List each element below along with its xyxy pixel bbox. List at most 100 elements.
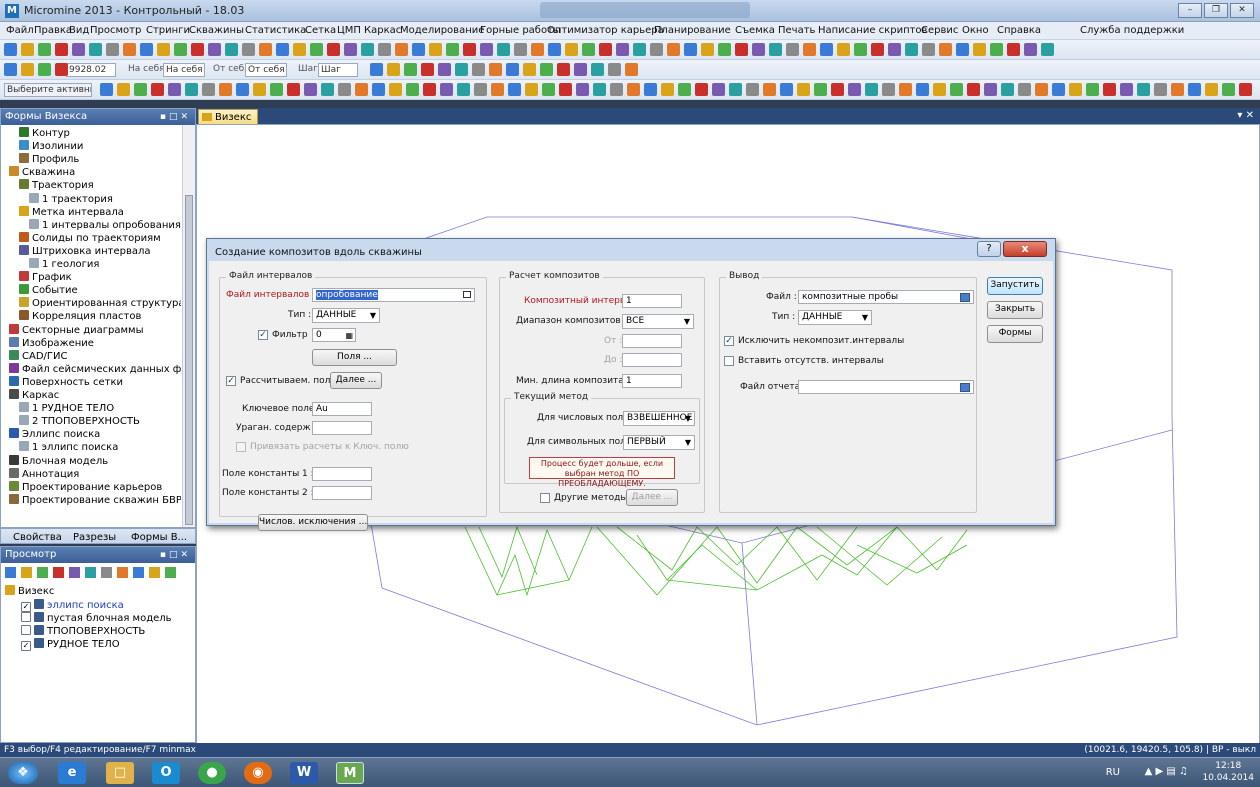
toolbar-tool-icon[interactable] (440, 83, 453, 96)
form-tree-item[interactable]: Проектирование скважин БВР (9, 493, 181, 506)
toolbar-tool-icon[interactable] (4, 63, 17, 76)
view-layer-item[interactable]: ✓ РУДНОЕ ТЕЛО (21, 638, 120, 651)
toolbar-tool-icon[interactable] (506, 63, 519, 76)
file-browse-icon[interactable] (463, 291, 471, 298)
toolbar-tool-icon[interactable] (1154, 83, 1167, 96)
menu-scripting[interactable]: Написание скриптов (818, 25, 927, 36)
numeric-fields-select[interactable]: ВЗВЕШЕННОЕ (▼ (623, 411, 695, 426)
view-layer-item[interactable]: ✓ эллипс поиска (21, 599, 124, 612)
toolbar-tool-icon[interactable] (276, 43, 289, 56)
symbol-fields-select[interactable]: ПЕРВЫЙ ▼ (623, 435, 695, 450)
form-tree-item[interactable]: 1 геология (29, 258, 99, 270)
toolbar-tool-icon[interactable] (746, 83, 759, 96)
toolbar-tool-icon[interactable] (557, 63, 570, 76)
toolbar-tool-icon[interactable] (134, 83, 147, 96)
toolbar-tool-icon[interactable] (355, 83, 368, 96)
menu-view[interactable]: Вид (69, 25, 89, 36)
output-type-select[interactable]: ДАННЫЕ ▼ (798, 310, 872, 325)
toolbar-tool-icon[interactable] (474, 83, 487, 96)
toolbar-tool-icon[interactable] (627, 83, 640, 96)
form-tree-item[interactable]: Блочная модель (9, 454, 108, 467)
toolbar-tool-icon[interactable] (438, 63, 451, 76)
toolbar-tool-icon[interactable] (803, 43, 816, 56)
form-tree-item[interactable]: Каркас (9, 389, 59, 401)
form-tree-item[interactable]: Эллипс поиска (9, 428, 100, 440)
toolbar-tool-icon[interactable] (1120, 83, 1133, 96)
form-tree-item[interactable]: Секторные диаграммы (9, 323, 143, 336)
toolbar-tool-icon[interactable] (625, 63, 638, 76)
view-tool-icon[interactable] (165, 567, 176, 578)
toolbar-tool-icon[interactable] (831, 83, 844, 96)
toolbar-tool-icon[interactable] (117, 83, 130, 96)
chrome-icon[interactable]: ● (198, 762, 226, 784)
toolbar-tool-icon[interactable] (899, 83, 912, 96)
firefox-icon[interactable]: ◉ (244, 762, 272, 784)
active-layer-select[interactable]: Выберите активный слой (4, 83, 92, 97)
toolbar-tool-icon[interactable] (574, 63, 587, 76)
toolbar-tool-icon[interactable] (293, 43, 306, 56)
bind-key-checkbox[interactable] (236, 442, 246, 452)
toolbar-tool-icon[interactable] (304, 83, 317, 96)
from-input[interactable] (622, 334, 682, 348)
menu-window[interactable]: Окно (962, 25, 989, 36)
micromine-taskbar-icon[interactable]: M (336, 762, 364, 784)
toolbar-tool-icon[interactable] (310, 43, 323, 56)
toolbar-tool-icon[interactable] (446, 43, 459, 56)
toolbar-tool-icon[interactable] (236, 83, 249, 96)
close-doc-icon[interactable]: ▾ ✕ (1237, 110, 1254, 121)
toolbar-tool-icon[interactable] (514, 43, 527, 56)
toolbar-tool-icon[interactable] (916, 83, 929, 96)
word-icon[interactable]: W (290, 762, 318, 784)
view-layer-item[interactable]: пустая блочная модель (21, 612, 172, 624)
toolbar-tool-icon[interactable] (370, 63, 383, 76)
toolbar-tool-icon[interactable] (820, 43, 833, 56)
toolbar-tool-icon[interactable] (735, 43, 748, 56)
toolbar-tool-icon[interactable] (990, 43, 1003, 56)
toolbar-tool-icon[interactable] (650, 43, 663, 56)
toolbar-tool-icon[interactable] (389, 83, 402, 96)
menu-modelling[interactable]: Моделирование (400, 25, 484, 36)
menu-support[interactable]: Служба поддержки (1080, 25, 1184, 36)
key-field-input[interactable]: Au (312, 402, 372, 416)
menu-planning[interactable]: Планирование (654, 25, 731, 36)
toolbar-tool-icon[interactable] (591, 63, 604, 76)
restore-button[interactable]: ❐ (1204, 3, 1228, 18)
toolbar-tool-icon[interactable] (55, 43, 68, 56)
panel-pin-icon[interactable]: ▪□✕ (160, 547, 191, 563)
toolbar-tool-icon[interactable] (684, 43, 697, 56)
ot-sebya-input[interactable]: От себя (245, 63, 287, 77)
toolbar-tool-icon[interactable] (491, 83, 504, 96)
other-methods-more-button[interactable]: Далее ... (626, 489, 678, 506)
form-tree-item[interactable]: 1 эллипс поиска (19, 441, 118, 453)
form-tree-item[interactable]: Траектория (19, 179, 94, 191)
toolbar-tool-icon[interactable] (661, 83, 674, 96)
view-tool-icon[interactable] (21, 567, 32, 578)
minimize-button[interactable]: – (1178, 3, 1202, 18)
run-button[interactable]: Запустить (987, 277, 1043, 295)
form-tree-item[interactable]: Изолинии (19, 140, 83, 152)
toolbar-tool-icon[interactable] (168, 83, 181, 96)
toolbar-tool-icon[interactable] (106, 43, 119, 56)
toolbar-tool-icon[interactable] (1035, 83, 1048, 96)
toolbar-tool-icon[interactable] (718, 43, 731, 56)
toolbar-tool-icon[interactable] (644, 83, 657, 96)
toolbar-tool-icon[interactable] (1205, 83, 1218, 96)
toolbar-tool-icon[interactable] (1103, 83, 1116, 96)
toolbar-tool-icon[interactable] (1086, 83, 1099, 96)
toolbar-tool-icon[interactable] (395, 43, 408, 56)
form-tree-item[interactable]: 1 интервалы опробования (29, 218, 181, 231)
form-tree-item[interactable]: Метка интервала (19, 205, 124, 218)
toolbar-tool-icon[interactable] (525, 83, 538, 96)
toolbar-tool-icon[interactable] (712, 83, 725, 96)
toolbar-tool-icon[interactable] (123, 43, 136, 56)
toolbar-tool-icon[interactable] (378, 43, 391, 56)
toolbar-tool-icon[interactable] (780, 83, 793, 96)
toolbar-tool-icon[interactable] (882, 83, 895, 96)
toolbar-tool-icon[interactable] (593, 83, 606, 96)
toolbar-tool-icon[interactable] (599, 43, 612, 56)
toolbar-tool-icon[interactable] (270, 83, 283, 96)
toolbar-tool-icon[interactable] (1239, 83, 1252, 96)
toolbar-tool-icon[interactable] (933, 83, 946, 96)
view-layer-item[interactable]: ТПОПОВЕРХНОСТЬ (21, 625, 145, 637)
view-tool-icon[interactable] (149, 567, 160, 578)
